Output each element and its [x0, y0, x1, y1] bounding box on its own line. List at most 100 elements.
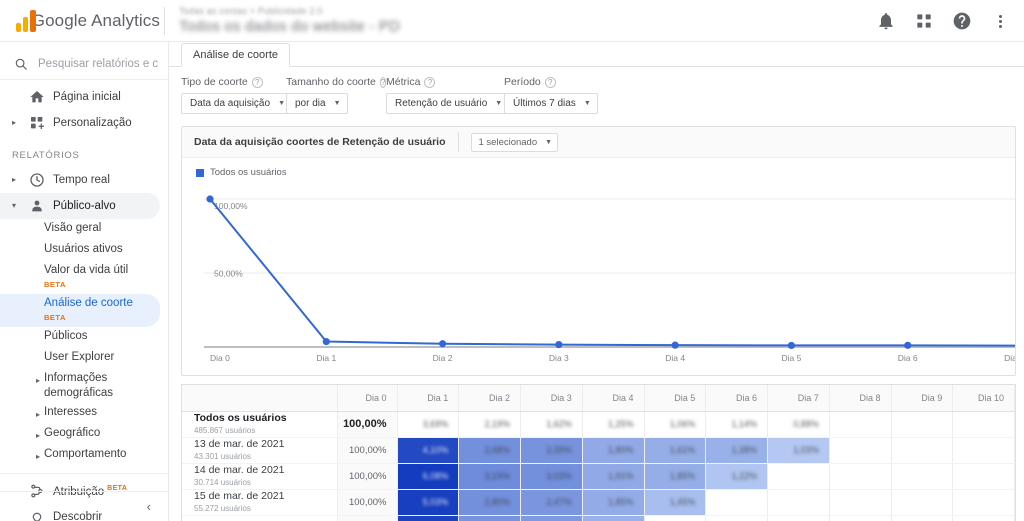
- chart-header: Data da aquisição coortes de Retenção de…: [182, 127, 1015, 158]
- brand-name: Google Analytics: [32, 11, 160, 31]
- metric-select[interactable]: Retenção de usuário ▼: [386, 93, 509, 114]
- cohort-type-select[interactable]: Data da aquisição ▼: [181, 93, 292, 114]
- heatmap-cell: 2,47%: [521, 489, 583, 515]
- cohort-name-cell: Todos os usuários485.867 usuários: [182, 411, 337, 437]
- table-header-row: Dia 0Dia 1Dia 2Dia 3Dia 4Dia 5Dia 6Dia 7…: [182, 385, 1015, 411]
- search-input[interactable]: [38, 58, 158, 70]
- search-icon: [14, 57, 28, 71]
- heatmap-cell: [891, 489, 953, 515]
- sidebar-subitem-interests-label: Interesses: [44, 405, 97, 420]
- sidebar-subitem-overview[interactable]: Visão geral: [0, 219, 168, 240]
- svg-text:50,00%: 50,00%: [214, 269, 243, 279]
- cohort-total-cell: 100,00%: [337, 489, 397, 515]
- sidebar-subitem-cohort-analysis[interactable]: Análise de coorte BETA: [0, 294, 160, 327]
- heatmap-cell: 5,03%: [397, 489, 459, 515]
- apps-grid-icon[interactable]: [914, 11, 934, 31]
- chevron-right-icon[interactable]: ▸: [36, 407, 40, 422]
- sidebar-item-audience[interactable]: ▾ Público-alvo: [0, 193, 160, 219]
- sidebar-section-reports: RELATÓRIOS: [0, 136, 168, 167]
- heatmap-cell: [953, 489, 1015, 515]
- period-value: Últimos 7 dias: [513, 98, 576, 109]
- help-icon[interactable]: ?: [545, 77, 556, 88]
- cohort-total-cell: [337, 515, 397, 521]
- chevron-right-icon[interactable]: ▸: [36, 449, 40, 464]
- table-col-dia-3: Dia 3: [521, 385, 583, 411]
- tab-cohort-analysis[interactable]: Análise de coorte: [181, 43, 290, 67]
- bell-icon[interactable]: [876, 11, 896, 31]
- brand-logo[interactable]: Google Analytics: [0, 0, 160, 42]
- heatmap-cell: [891, 515, 953, 521]
- sidebar-subitem-user-explorer[interactable]: User Explorer: [0, 348, 168, 369]
- chevron-right-icon[interactable]: ▸: [12, 119, 21, 127]
- heatmap-cell: [768, 489, 830, 515]
- google-analytics-logo-icon: [16, 10, 23, 32]
- sidebar-subitem-behavior[interactable]: ▸ Comportamento: [0, 445, 168, 466]
- sidebar-subitem-demographics[interactable]: ▸ Informações demográficas: [0, 369, 168, 403]
- cohort-size-select[interactable]: por dia ▼: [286, 93, 348, 114]
- sidebar-subitem-audiences[interactable]: Públicos: [0, 327, 168, 348]
- period-select[interactable]: Últimos 7 dias ▼: [504, 93, 598, 114]
- sidebar-item-realtime[interactable]: ▸ Tempo real: [0, 167, 168, 193]
- sidebar-item-home[interactable]: Página inicial: [0, 84, 168, 110]
- svg-text:Dia 4: Dia 4: [665, 353, 685, 363]
- control-cohort-size-label: Tamanho do coorte ?: [286, 76, 386, 88]
- control-period: Período ? Últimos 7 dias ▼: [504, 76, 598, 114]
- sidebar-item-customization-label: Personalização: [53, 117, 132, 129]
- help-circle-icon[interactable]: [952, 11, 972, 31]
- svg-text:Dia 5: Dia 5: [782, 353, 802, 363]
- chart-plot-area: 50,00%100,00%Dia 0Dia 1Dia 2Dia 3Dia 4Di…: [182, 185, 1015, 376]
- sidebar-collapse-button[interactable]: ‹: [0, 491, 169, 521]
- cohort-size-value: por dia: [295, 98, 326, 109]
- chevron-right-icon[interactable]: ▸: [36, 428, 40, 443]
- chevron-down-icon[interactable]: ▾: [12, 202, 21, 210]
- sidebar-subitem-active-users-label: Usuários ativos: [44, 243, 123, 255]
- sidebar-subitem-interests[interactable]: ▸ Interesses: [0, 403, 168, 424]
- chevron-right-icon[interactable]: ▸: [36, 373, 40, 388]
- chevron-right-icon[interactable]: ▸: [12, 176, 21, 184]
- svg-text:Dia 1: Dia 1: [316, 353, 336, 363]
- account-selector[interactable]: Todas as contas > Publicidade 2.0 Todos …: [179, 0, 400, 42]
- summary-value-cell: 0,88%: [768, 411, 830, 437]
- top-bar: Google Analytics Todas as contas > Publi…: [0, 0, 1024, 42]
- heatmap-cell: [768, 515, 830, 521]
- heatmap-cell: [829, 437, 891, 463]
- table-col-dia-2: Dia 2: [459, 385, 521, 411]
- table-col-dia-7: Dia 7: [768, 385, 830, 411]
- table-row: 15 de mar. de 202155.272 usuários100,00%…: [182, 489, 1015, 515]
- svg-text:Dia 7: Dia 7: [1004, 353, 1016, 363]
- sidebar-item-customization[interactable]: ▸ Personalização: [0, 110, 168, 136]
- heatmap-cell: [891, 437, 953, 463]
- heatmap-cell: 1,45%: [644, 489, 706, 515]
- metric-value: Retenção de usuário: [395, 98, 487, 109]
- brand-divider: [164, 7, 165, 35]
- cohort-selection-dropdown[interactable]: 1 selecionado ▼: [471, 133, 559, 152]
- more-vertical-icon[interactable]: [990, 11, 1010, 31]
- summary-value-cell: [891, 411, 953, 437]
- table-col-dia-10: Dia 10: [953, 385, 1015, 411]
- sidebar-subitem-lifetime-value[interactable]: Valor da vida útil BETA: [0, 261, 168, 294]
- svg-text:Dia 2: Dia 2: [433, 353, 453, 363]
- cohort-date: 13 de mar. de 2021: [194, 438, 333, 450]
- sidebar-subitem-active-users[interactable]: Usuários ativos: [0, 240, 168, 261]
- summary-value-cell: 3,69%: [397, 411, 459, 437]
- control-cohort-type-label: Tipo de coorte ?: [181, 76, 286, 88]
- table-col-dia-9: Dia 9: [891, 385, 953, 411]
- summary-value-cell: 2,19%: [459, 411, 521, 437]
- home-icon: [29, 89, 45, 105]
- heatmap-cell: [891, 463, 953, 489]
- retention-line-chart: 50,00%100,00%Dia 0Dia 1Dia 2Dia 3Dia 4Di…: [182, 185, 1016, 376]
- svg-text:Dia 3: Dia 3: [549, 353, 569, 363]
- table-col-dia-4: Dia 4: [582, 385, 644, 411]
- top-actions: [876, 11, 1024, 31]
- sidebar-item-home-label: Página inicial: [53, 91, 121, 103]
- table-row: 14 de mar. de 202130.714 usuários100,00%…: [182, 463, 1015, 489]
- help-icon[interactable]: ?: [252, 77, 263, 88]
- sidebar-search[interactable]: [0, 48, 168, 80]
- summary-value-cell: 1,14%: [706, 411, 768, 437]
- help-icon[interactable]: ?: [424, 77, 435, 88]
- cohort-type-value: Data da aquisição: [190, 98, 270, 109]
- main-content: Análise de coorte Tipo de coorte ? Data …: [169, 42, 1024, 521]
- heatmap-cell: [953, 515, 1015, 521]
- sidebar-subitem-geo[interactable]: ▸ Geográfico: [0, 424, 168, 445]
- cohort-total-cell: 100,00%: [337, 463, 397, 489]
